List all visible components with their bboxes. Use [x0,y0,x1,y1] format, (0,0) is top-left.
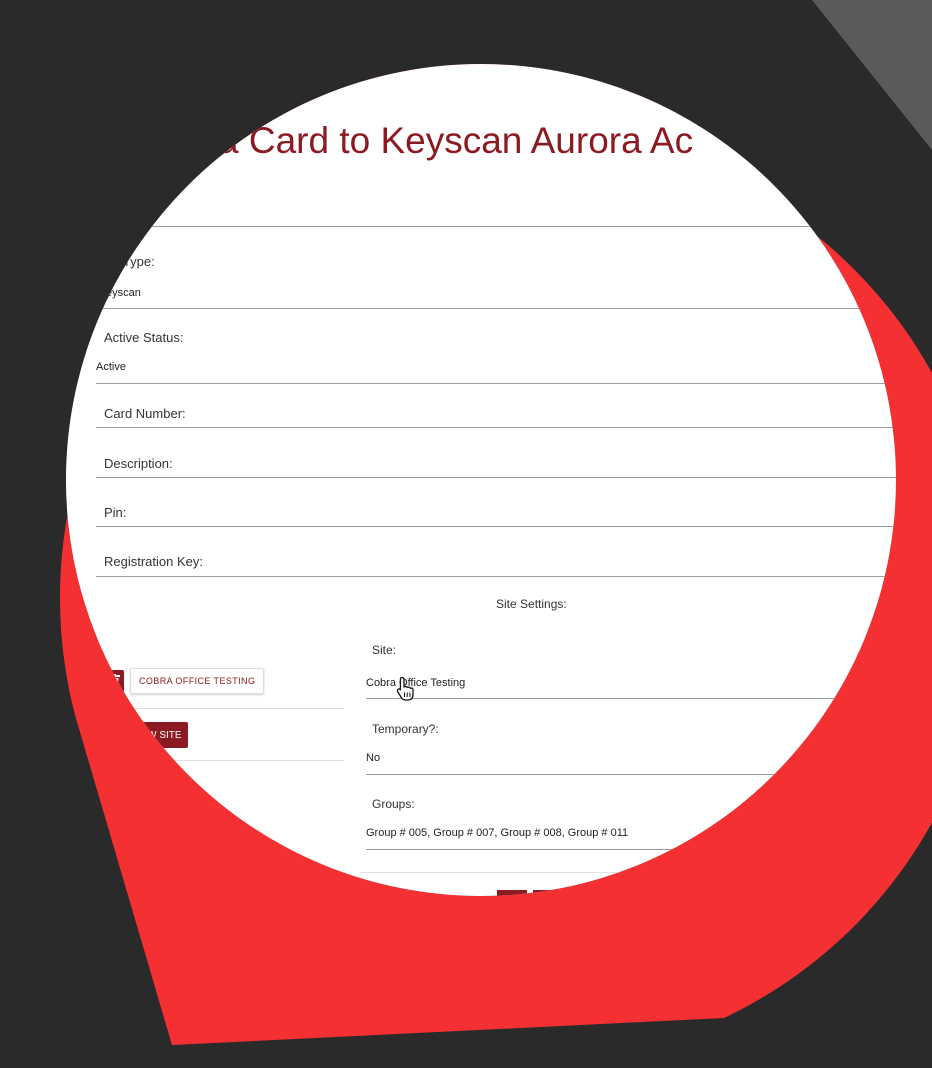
cancel-button[interactable] [533,890,563,896]
trash-icon [108,674,120,688]
page-title: a Card to Keyscan Aurora Ac [218,120,694,161]
temporary-select[interactable]: No [366,752,380,764]
groups-label: Groups: [372,797,415,811]
field-underline [96,427,896,428]
field-underline [366,698,886,699]
field-underline [96,526,896,527]
field-underline [96,477,896,478]
field-underline [96,308,896,309]
registration-key-field[interactable]: Registration Key: [104,554,203,569]
card-form-page: a Card to Keyscan Aurora Ac rd Type: eys… [66,64,896,896]
field-underline [96,576,896,577]
temporary-label: Temporary?: [372,722,439,736]
site-list-divider [100,708,344,709]
field-underline [366,849,886,850]
hand-cursor-icon [396,676,414,701]
new-site-button[interactable]: EW SITE [134,722,188,748]
pin-field[interactable]: Pin: [104,505,126,520]
magnified-form-view: a Card to Keyscan Aurora Ac rd Type: eys… [66,64,896,896]
save-button[interactable] [497,890,527,896]
site-list-divider [100,760,344,761]
field-underline [366,774,886,775]
site-label: Site: [372,643,397,657]
field-underline [80,226,896,227]
section-divider [360,872,880,873]
active-status-select[interactable]: Active [96,361,126,373]
site-chip[interactable]: COBRA OFFICE TESTING [104,668,265,694]
site-chip-label[interactable]: COBRA OFFICE TESTING [130,668,265,694]
card-type-label: rd Type: [108,254,155,269]
description-field[interactable]: Description: [104,456,173,471]
card-number-field[interactable]: Card Number: [104,406,186,421]
site-settings-heading: Site Settings: [496,597,567,611]
active-status-label: Active Status: [104,330,184,345]
field-underline [96,383,896,384]
groups-select[interactable]: Group # 005, Group # 007, Group # 008, G… [366,827,628,839]
delete-site-button[interactable] [104,670,124,692]
card-type-select[interactable]: eyscan [106,287,141,299]
